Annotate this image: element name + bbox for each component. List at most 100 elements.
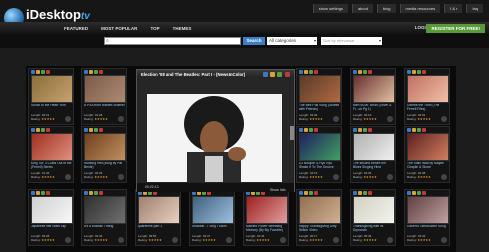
video-title[interactable]: Japanese title video clip [31,225,73,233]
add-icon[interactable] [309,191,313,195]
video-title[interactable]: Thanksgiving with W. Dymondx [353,225,395,233]
video-tile[interactable]: It's A Woman Thang Length: 02:36 Rating: ★… [81,189,127,246]
share-icon[interactable] [263,72,268,77]
flag-icon[interactable] [99,191,103,195]
add-icon[interactable] [41,191,45,195]
video-tile[interactable]: Married Power Wrestling Memory (By My Fa… [243,189,289,246]
top-link-fr[interactable]: f & r [444,4,463,13]
video-thumbnail[interactable] [31,196,73,224]
video-title[interactable]: Seabear - I Sing I Swim [192,225,234,233]
share-icon[interactable] [84,128,88,132]
play-icon[interactable] [441,116,447,122]
favorite-icon[interactable] [412,191,416,195]
video-thumbnail[interactable] [407,196,449,224]
favorite-icon[interactable] [270,72,275,77]
video-tile[interactable]: Gilbert's Tambourine Song Length: 02:43 Ra… [404,189,450,246]
share-icon[interactable] [31,191,35,195]
video-thumbnail[interactable] [407,133,449,161]
add-icon[interactable] [417,128,421,132]
video-tile[interactable]: Gimme the Truth (The Ferrell Files) Lengt… [404,68,450,125]
play-icon[interactable] [441,237,447,243]
play-icon[interactable] [226,237,232,243]
video-tile[interactable]: Working Hell (song by Pat Bentz) Length: … [81,126,127,183]
share-icon[interactable] [299,70,303,74]
video-tile[interactable]: A PSA from William Shatner Length: 01:28 R… [81,68,127,125]
share-icon[interactable] [407,70,411,74]
add-icon[interactable] [309,70,313,74]
play-icon[interactable] [172,237,178,243]
search-button[interactable]: Search [243,37,265,45]
favorite-icon[interactable] [358,191,362,195]
play-icon[interactable] [65,237,71,243]
video-tile[interactable]: DJ Blooper & Ryu Ryu Shake It To The Gro… [296,126,342,183]
video-thumbnail[interactable] [353,133,395,161]
sort-select[interactable]: Sort by relevance ▾ [321,37,382,45]
add-icon[interactable] [363,70,367,74]
favorite-icon[interactable] [89,191,93,195]
nav-themes[interactable]: THEMES [173,26,192,31]
flag-icon[interactable] [368,70,372,74]
add-icon[interactable] [417,191,421,195]
video-thumbnail[interactable] [299,133,341,161]
close-icon[interactable] [285,72,290,77]
video-title[interactable]: The Stain Wad by Maybe Chaplin & Shore [407,162,449,170]
share-icon[interactable] [31,70,35,74]
flag-icon[interactable] [99,128,103,132]
video-tile[interactable]: The Bee Pod Song (Stuffed with Friends) L… [296,68,342,125]
favorite-icon[interactable] [36,70,40,74]
video-title[interactable]: The Bee Pod Song (Stuffed with Friends) [299,104,341,112]
brand-name[interactable]: iDesktoptv [26,7,90,22]
nav-most-popular[interactable]: MOST POPULAR [101,26,137,31]
video-title[interactable]: Married Power Wrestling Memory (By My Fa… [246,225,288,233]
video-tile[interactable]: The Stain Wad by Maybe Chaplin & Shore Le… [404,126,450,183]
video-thumbnail[interactable] [31,133,73,161]
video-tile[interactable]: quarterlife part 1 Length: 09:56 Rating: ★… [135,189,181,246]
share-icon[interactable] [299,191,303,195]
favorite-icon[interactable] [36,191,40,195]
flag-icon[interactable] [368,128,372,132]
video-tile[interactable]: Shock to the Heart Yum Length: 02:21 Ratin… [28,68,74,125]
top-link-faq[interactable]: faq [466,4,483,13]
video-thumbnail[interactable] [138,196,180,224]
share-icon[interactable] [353,191,357,195]
maximize-icon[interactable] [277,72,282,77]
add-icon[interactable] [41,70,45,74]
add-icon[interactable] [94,191,98,195]
top-link-show-settings[interactable]: show settings [312,4,348,13]
video-title[interactable]: It's A Woman Thang [84,225,126,233]
play-icon[interactable] [118,237,124,243]
play-icon[interactable] [280,237,286,243]
top-link-about[interactable]: about [351,4,373,13]
favorite-icon[interactable] [412,70,416,74]
share-icon[interactable] [299,128,303,132]
share-icon[interactable] [84,70,88,74]
video-title[interactable]: Men vs Mr. Bean (Oliver & Fr...ck Pg 1) [353,104,395,112]
play-icon[interactable] [65,174,71,180]
video-tile[interactable]: Thanksgiving with W. Dymondx Length: 05:4… [350,189,396,246]
video-tile[interactable]: King Tut: 3 Clubs Out of the (Ferrell) S… [28,126,74,183]
video-tile[interactable]: Japanese title video clip Length: 03:08 Ra… [28,189,74,246]
video-thumbnail[interactable] [246,196,288,224]
share-icon[interactable] [84,191,88,195]
favorite-icon[interactable] [304,191,308,195]
nav-top[interactable]: TOP [150,26,159,31]
video-tile[interactable]: Men vs Mr. Bean (Oliver & Fr...ck Pg 1) L… [350,68,396,125]
add-icon[interactable] [41,128,45,132]
video-thumbnail[interactable] [407,75,449,103]
add-icon[interactable] [94,128,98,132]
favorite-icon[interactable] [358,70,362,74]
play-icon[interactable] [118,174,124,180]
favorite-icon[interactable] [89,70,93,74]
video-title[interactable]: Gilbert's Tambourine Song [407,225,449,233]
video-title[interactable]: A PSA from William Shatner [84,104,126,112]
nav-featured[interactable]: FEATURED [64,26,88,31]
video-title[interactable]: DJ Blooper & Ryu Ryu Shake It To The Gro… [299,162,341,170]
video-tile[interactable]: The second before the Blues Singing Hirs… [350,126,396,183]
add-icon[interactable] [417,70,421,74]
video-player-window[interactable]: Election '08 and The Beatles: Part I - (… [136,69,295,192]
top-link-blog[interactable]: blog [376,4,396,13]
favorite-icon[interactable] [89,128,93,132]
favorite-icon[interactable] [36,128,40,132]
play-icon[interactable] [118,116,124,122]
video-thumbnail[interactable] [353,196,395,224]
